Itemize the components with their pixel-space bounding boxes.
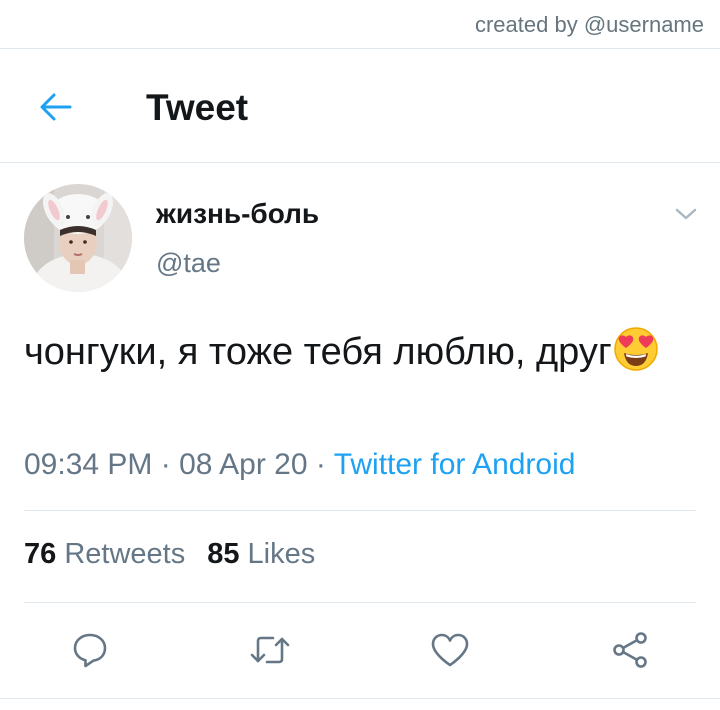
author-handle[interactable]: @tae — [156, 248, 221, 279]
back-button[interactable] — [32, 86, 80, 128]
smiling-face-with-heart-eyes-emoji — [613, 327, 658, 371]
more-options-button[interactable] — [670, 200, 702, 228]
author-display-name[interactable]: жизнь-боль — [156, 198, 319, 230]
meta-separator: · — [315, 448, 326, 481]
tweet-meta: 09:34 PM · 08 Apr 20 · Twitter for Andro… — [24, 448, 575, 482]
tweet-text: чонгуки, я тоже тебя люблю, друг — [24, 326, 674, 378]
chevron-down-icon — [675, 208, 697, 220]
like-icon — [431, 633, 469, 667]
retweet-button[interactable] — [246, 626, 294, 674]
retweets-count: 76 — [24, 538, 57, 570]
likes-label: Likes — [247, 538, 316, 570]
meta-separator: · — [160, 448, 171, 481]
avatar-photo — [24, 184, 132, 292]
reply-icon — [73, 633, 107, 668]
tweet-date: 08 Apr 20 — [179, 448, 308, 481]
header-divider — [0, 162, 720, 163]
tweet-stats: 76 Retweets 85 Likes — [24, 538, 315, 571]
stats-divider — [24, 602, 696, 603]
reply-button[interactable] — [66, 626, 114, 674]
share-icon — [613, 632, 647, 668]
top-divider — [0, 48, 720, 49]
share-button[interactable] — [606, 626, 654, 674]
arrow-left-icon — [40, 93, 72, 121]
tweet-text-content: чонгуки, я тоже тебя люблю, друг — [24, 331, 612, 373]
retweets-stat[interactable]: 76 Retweets — [24, 538, 185, 570]
avatar[interactable] — [24, 184, 132, 292]
likes-stat[interactable]: 85 Likes — [207, 538, 315, 570]
meta-divider — [24, 510, 696, 511]
credit-text: created by @username — [474, 12, 704, 37]
tweet-source-link[interactable]: Twitter for Android — [334, 448, 576, 481]
bottom-divider — [0, 698, 720, 699]
retweet-icon — [250, 636, 290, 664]
likes-count: 85 — [207, 538, 240, 570]
retweets-label: Retweets — [64, 538, 186, 570]
page-title: Tweet — [146, 87, 249, 128]
like-button[interactable] — [426, 626, 474, 674]
tweet-time: 09:34 PM — [24, 448, 153, 481]
